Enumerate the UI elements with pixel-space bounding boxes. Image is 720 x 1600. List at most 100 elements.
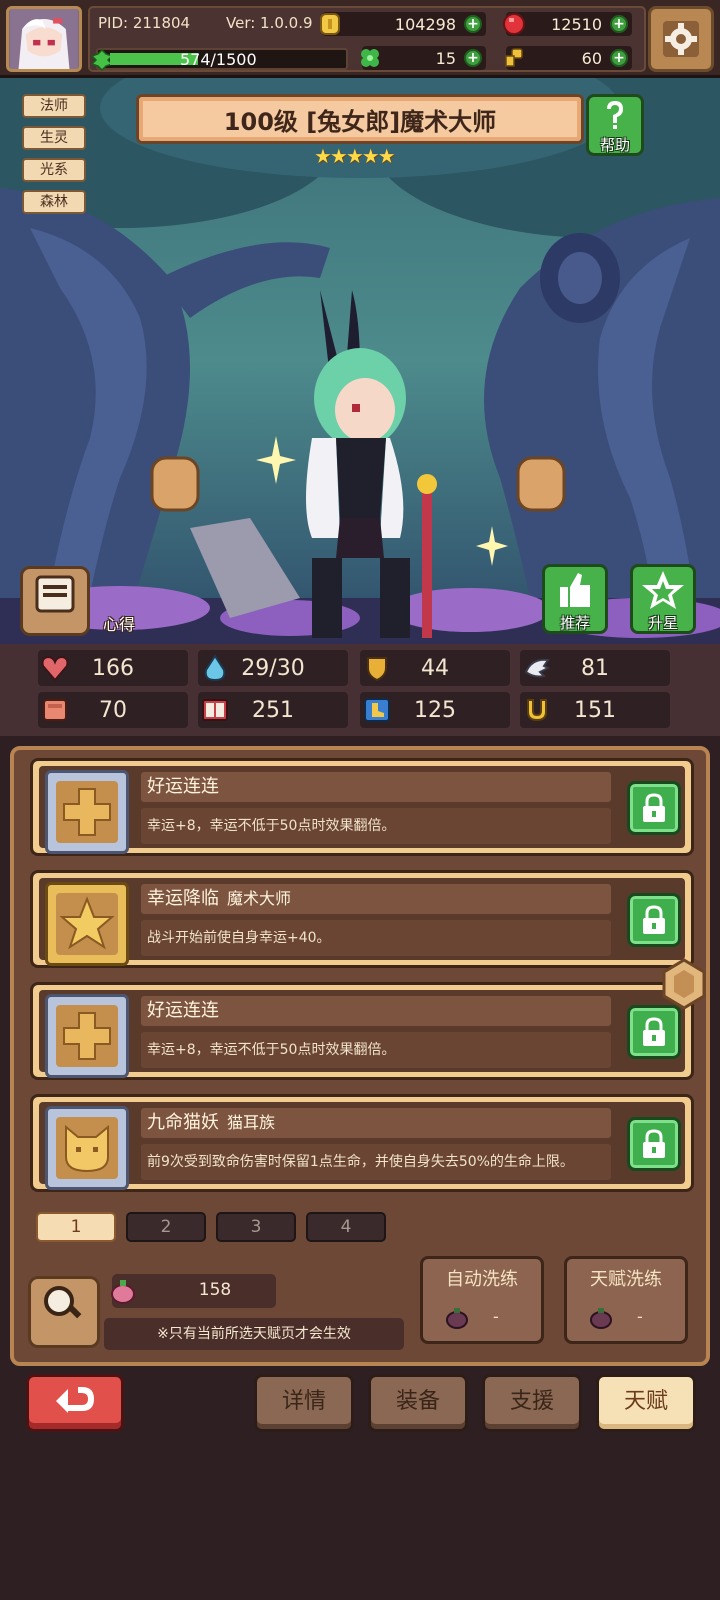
settings-button[interactable] (648, 6, 714, 72)
lock-icon (643, 905, 665, 934)
stat-defense: 44 (360, 650, 510, 686)
magnifier-icon (44, 1286, 82, 1319)
talent-name: 幸运降临 魔术大师 (141, 884, 611, 914)
talent-lock-button[interactable] (627, 893, 681, 947)
hero-title: 100级 [兔女郎]魔术大师 (136, 94, 584, 144)
talent-wash-button[interactable]: 天赋洗练 - (564, 1256, 688, 1344)
gold-counter: 104298 + (320, 12, 486, 36)
version-label: Ver: 1.0.0.9 (226, 14, 313, 32)
stat-attack: 70 (38, 692, 188, 728)
fruit-counter: 158 (111, 1274, 276, 1308)
talent-page-tab-2[interactable]: 2 (126, 1212, 206, 1242)
lock-icon (643, 1017, 665, 1046)
talent-subtitle: 魔术大师 (227, 889, 292, 908)
player-avatar[interactable] (6, 6, 82, 72)
add-clover-button[interactable]: + (464, 49, 482, 67)
talent-slot-2[interactable]: 幸运降临 魔术大师 战斗开始前使自身幸运+40。 (30, 870, 694, 968)
talent-lock-button[interactable] (627, 781, 681, 835)
talent-slot-1[interactable]: 好运连连 幸运+8，幸运不低于50点时效果翻倍。 (30, 758, 694, 856)
nav-equipment-button[interactable]: 装备 (368, 1374, 468, 1432)
talent-icon-frame (45, 994, 129, 1078)
fruit-icon (590, 1308, 612, 1329)
fruit-value: 158 (198, 1280, 232, 1300)
star-up-button[interactable]: 升星 (630, 564, 696, 634)
stat-speed-value: 81 (581, 656, 609, 681)
talent-slot-3[interactable]: 好运连连 幸运+8，幸运不低于50点时效果翻倍。 (30, 982, 694, 1080)
recommend-label: 推荐 (559, 614, 590, 632)
hero-title-text: 100级 [兔女郎]魔术大师 (223, 107, 497, 136)
experience-text: 574/1500 (180, 50, 257, 69)
talent-lock-button[interactable] (627, 1005, 681, 1059)
star-icon (56, 893, 118, 955)
view-button[interactable]: 查看 (28, 1276, 144, 1348)
nav-details-button[interactable]: 详情 (254, 1374, 354, 1432)
add-gems-button[interactable]: + (610, 15, 628, 33)
key-icon (505, 48, 523, 67)
talent-page-notice: ※只有当前所选天赋页才会生效 (104, 1318, 404, 1350)
fruit-icon (111, 1280, 135, 1304)
talent-title: 好运连连 (147, 776, 219, 797)
talent-name: 好运连连 (141, 996, 611, 1026)
talent-description: 幸运+8，幸运不低于50点时效果翻倍。 (141, 1032, 611, 1068)
talent-title: 九命猫妖 (147, 1112, 219, 1133)
stat-hp-value: 166 (92, 656, 134, 681)
gear-icon (663, 21, 699, 57)
star-up-icon (642, 571, 684, 609)
player-id: PID: 211804 (98, 14, 191, 32)
talent-name: 好运连连 (141, 772, 611, 802)
hero-scene: 法师 生灵 光系 森林 100级 [兔女郎]魔术大师 ★★★★★ 帮助 心得 推… (0, 78, 720, 644)
talent-description: 前9次受到致命伤害时保留1点生命，并使自身失去50%的生命上限。 (141, 1144, 611, 1180)
stat-agility: 125 (360, 692, 510, 728)
talent-title: 好运连连 (147, 1000, 219, 1021)
hero-stars: ★★★★★ (314, 144, 396, 168)
stat-mana-value: 29/30 (241, 656, 305, 681)
star-up-label: 升星 (647, 614, 678, 632)
cross-icon (56, 1005, 118, 1067)
talent-title: 幸运降临 (147, 888, 219, 909)
notebook-icon (35, 575, 75, 613)
stats-panel: 166 29/30 44 81 70 251 125 151 (0, 644, 720, 736)
talent-description: 战斗开始前使自身幸运+40。 (141, 920, 611, 956)
stat-speed: 81 (520, 650, 670, 686)
nav-talent-button[interactable]: 天赋 (596, 1374, 696, 1432)
question-icon (607, 101, 623, 129)
terrain-tag: 森林 (22, 190, 86, 214)
gem-counter: 12510 + (503, 12, 632, 36)
lock-icon (643, 793, 665, 822)
add-gold-button[interactable]: + (464, 15, 482, 33)
talent-lock-button[interactable] (627, 1117, 681, 1171)
auto-wash-button[interactable]: 自动洗练 - (420, 1256, 544, 1344)
help-label: 帮助 (599, 136, 630, 154)
talent-icon-frame (45, 1106, 129, 1190)
red-gem-icon (503, 13, 525, 35)
race-tag: 生灵 (22, 126, 86, 150)
talent-page-tab-3[interactable]: 3 (216, 1212, 296, 1242)
element-tag: 光系 (22, 158, 86, 182)
side-scroll-handle[interactable] (660, 958, 708, 1010)
stat-defense-value: 44 (421, 656, 449, 681)
stat-luck-value: 151 (574, 698, 616, 723)
clover-icon (361, 49, 379, 67)
add-key-button[interactable]: + (610, 49, 628, 67)
experience-notes-button[interactable]: 心得 (20, 566, 135, 636)
clover-value: 15 (435, 48, 456, 68)
cat-icon (56, 1117, 118, 1179)
recommend-button[interactable]: 推荐 (542, 564, 608, 634)
back-button[interactable] (26, 1374, 124, 1432)
talent-page-tab-1[interactable]: 1 (36, 1212, 116, 1242)
stat-magic: 251 (198, 692, 348, 728)
class-tag: 法师 (22, 94, 86, 118)
stat-mana: 29/30 (198, 650, 348, 686)
stat-agility-value: 125 (414, 698, 456, 723)
talent-slot-4[interactable]: 九命猫妖 猫耳族 前9次受到致命伤害时保留1点生命，并使自身失去50%的生命上限。 (30, 1094, 694, 1192)
talent-wash-label: 天赋洗练 (590, 1269, 662, 1290)
fruit-icon (446, 1308, 468, 1329)
key-value: 60 (581, 48, 602, 68)
help-button[interactable]: 帮助 (586, 94, 644, 156)
talent-page-tab-4[interactable]: 4 (306, 1212, 386, 1242)
nav-support-button[interactable]: 支援 (482, 1374, 582, 1432)
thumbs-up-icon (560, 573, 590, 607)
gem-value: 12510 (551, 14, 602, 34)
gold-coin-icon (320, 13, 340, 35)
stat-hp: 166 (38, 650, 188, 686)
